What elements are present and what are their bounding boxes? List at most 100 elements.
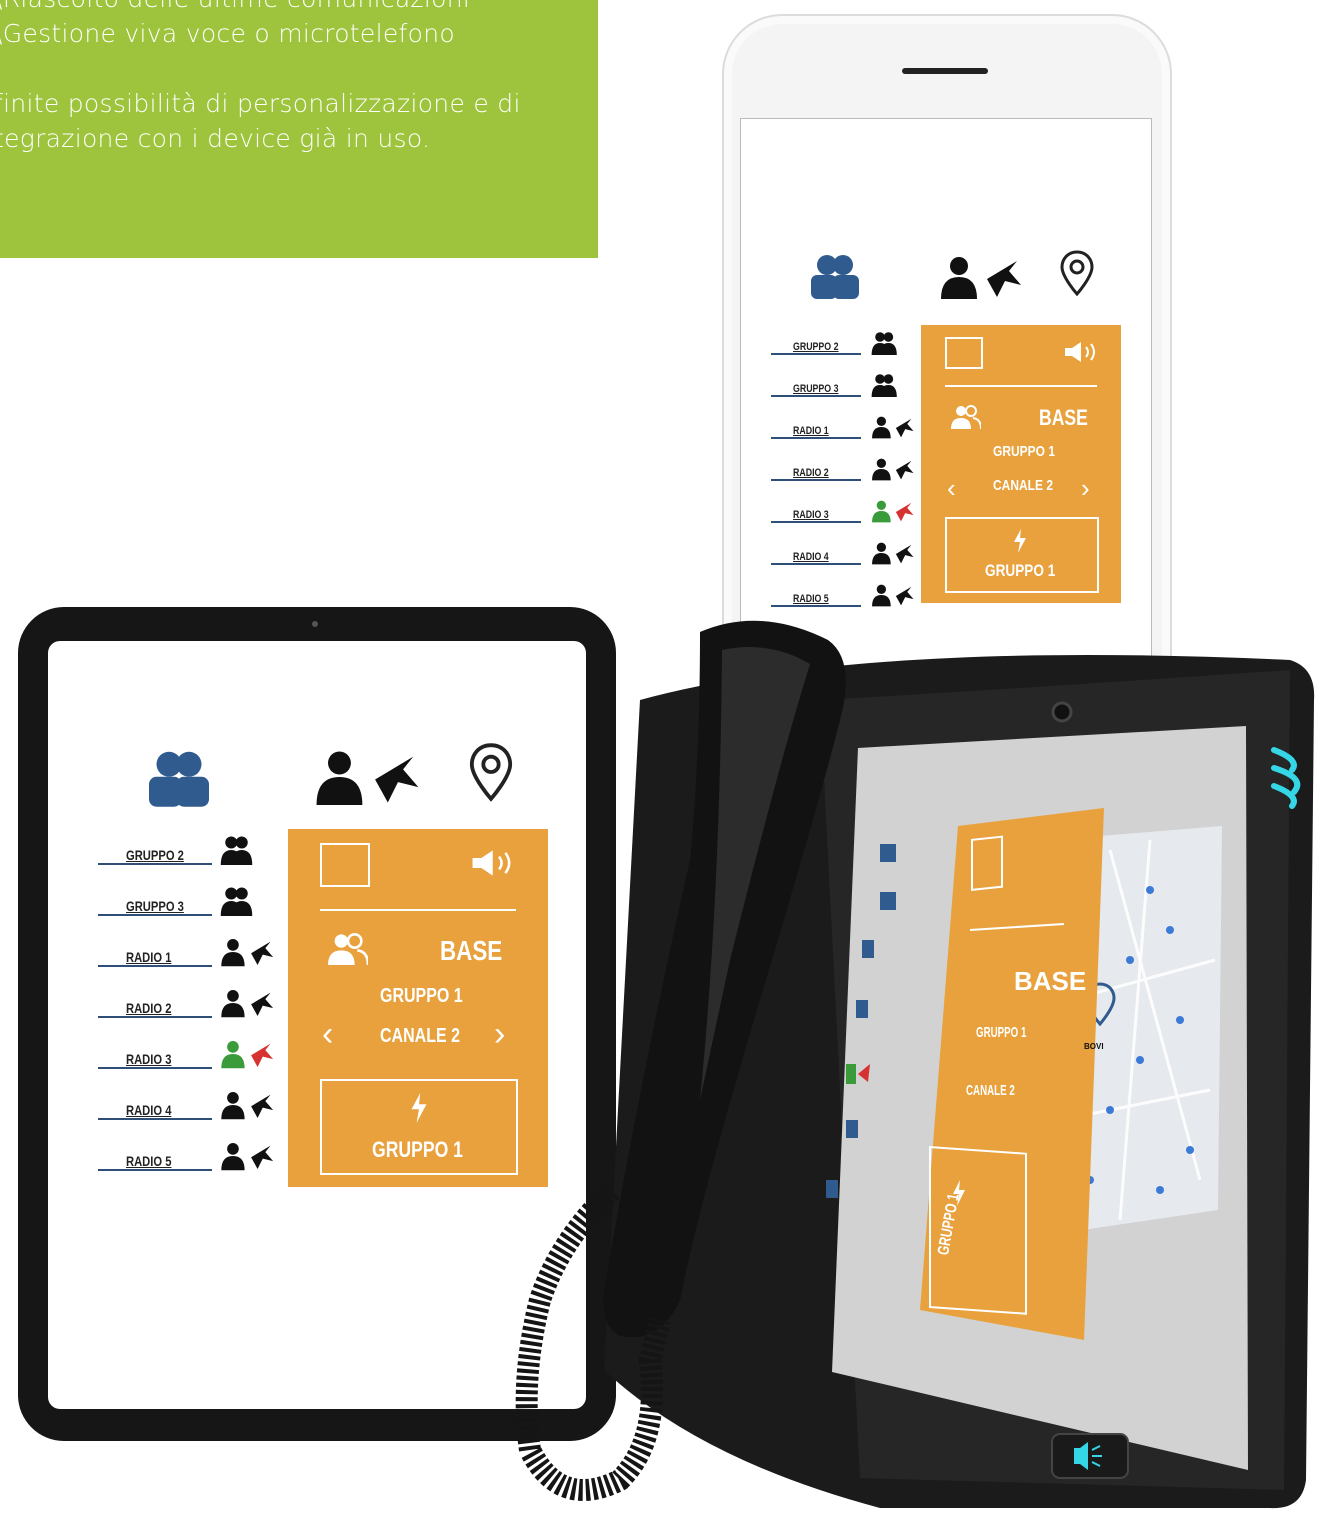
group-icon[interactable] <box>144 749 214 807</box>
radio-user-icon <box>221 990 274 1018</box>
control-panel: BASE GRUPPO 1 ‹ CANALE 2 › GRUPPO 1 <box>288 829 548 1187</box>
list-item[interactable]: RADIO 3 <box>98 1039 288 1073</box>
ptt-label: GRUPPO 1 <box>372 1137 463 1162</box>
radio-user-icon <box>872 500 914 523</box>
radio-user-icon <box>221 1143 274 1171</box>
info-line: finite possibilità di personalizzazione … <box>0 89 521 118</box>
list-item[interactable]: RADIO 3 <box>771 499 921 527</box>
prev-channel-icon[interactable]: ‹ <box>322 1015 333 1054</box>
list-item[interactable]: RADIO 2 <box>98 988 288 1022</box>
prev-channel-icon[interactable]: ‹ <box>947 473 956 504</box>
radio-user-icon <box>872 416 914 439</box>
base-label: BASE <box>1039 405 1088 430</box>
next-channel-icon[interactable]: › <box>494 1015 505 1054</box>
map-pin-icon <box>1084 982 1116 1027</box>
row-underline <box>771 353 861 355</box>
row-underline <box>98 1067 212 1069</box>
row-underline <box>98 1118 212 1120</box>
row-underline <box>771 521 861 523</box>
list-item[interactable]: GRUPPO 3 <box>771 373 921 401</box>
phone-screen: GRUPPO 2 GRUPPO 3 RADIO 1 RADIO 2 RADIO 3 RAD… <box>740 118 1152 730</box>
speaker-icon[interactable] <box>1063 341 1101 363</box>
row-underline <box>771 605 861 607</box>
next-channel-icon[interactable]: › <box>1081 473 1090 504</box>
status-light-icon <box>1271 747 1301 809</box>
lightning-icon <box>411 1093 427 1123</box>
location-pin-icon[interactable] <box>468 741 514 803</box>
radio-user-icon <box>872 458 914 481</box>
control-panel <box>920 808 1104 1340</box>
row-underline <box>771 563 861 565</box>
row-label: RADIO 4 <box>126 1102 172 1118</box>
info-line: \Gestione viva voce o microtelefono <box>0 19 455 48</box>
radio-user-icon[interactable] <box>314 749 426 805</box>
list-item[interactable]: RADIO 1 <box>98 937 288 971</box>
row-label: GRUPPO 3 <box>793 383 839 395</box>
location-pin-icon[interactable] <box>1059 249 1095 297</box>
group-icon <box>871 332 897 355</box>
row-label: RADIO 5 <box>126 1153 172 1169</box>
row-label: GRUPPO 2 <box>793 341 839 353</box>
list-item[interactable]: GRUPPO 2 <box>98 835 288 869</box>
row-label: RADIO 3 <box>126 1051 172 1067</box>
radio-user-icon <box>221 939 274 967</box>
radio-user-icon[interactable] <box>939 255 1027 299</box>
list-item[interactable]: RADIO 4 <box>771 541 921 569</box>
radio-user-icon <box>221 1041 274 1069</box>
row-underline <box>98 1169 212 1171</box>
desk-base-label: BASE <box>1014 966 1087 996</box>
list-item[interactable]: GRUPPO 3 <box>98 886 288 920</box>
group-label: GRUPPO 1 <box>380 985 463 1007</box>
row-label: RADIO 3 <box>793 509 829 521</box>
ptt-label: GRUPPO 1 <box>985 561 1056 580</box>
panel-divider <box>320 909 516 911</box>
list-item[interactable]: RADIO 2 <box>771 457 921 485</box>
desk-ptt-label: GRUPPO 1 <box>935 1192 963 1257</box>
list-item[interactable]: RADIO 5 <box>771 583 921 611</box>
group-label: GRUPPO 1 <box>993 443 1056 460</box>
map-area <box>1042 826 1222 1236</box>
radio-user-icon <box>872 542 914 565</box>
ptt-button[interactable]: GRUPPO 1 <box>320 1079 518 1175</box>
speakerphone-button <box>1051 1433 1129 1479</box>
group-icon[interactable] <box>807 253 863 299</box>
group-icon <box>220 836 253 865</box>
group-outline-icon <box>951 405 981 429</box>
group-icon <box>871 374 897 397</box>
list-item[interactable]: RADIO 4 <box>98 1090 288 1124</box>
row-label: RADIO 1 <box>126 949 172 965</box>
radio-user-icon <box>221 1092 274 1120</box>
row-label: RADIO 1 <box>793 425 829 437</box>
phone-body <box>604 655 1315 1509</box>
row-label: RADIO 5 <box>793 593 829 605</box>
row-underline <box>98 965 212 967</box>
channel-label: CANALE 2 <box>380 1025 461 1047</box>
desk-group-label: GRUPPO 1 <box>976 1024 1027 1041</box>
speaker-icon[interactable] <box>470 849 518 877</box>
info-line: \Riascolto delle ultime comunicazioni <box>0 0 470 13</box>
row-underline <box>98 863 212 865</box>
tablet: GRUPPO 2 GRUPPO 3 RADIO 1 RADIO 2 RADIO 3 RAD… <box>18 607 616 1441</box>
desk-screen <box>832 726 1248 1470</box>
list-item[interactable]: GRUPPO 2 <box>771 331 921 359</box>
row-underline <box>98 1016 212 1018</box>
row-underline <box>98 914 212 916</box>
lightning-icon <box>1014 529 1026 553</box>
panel-divider <box>945 385 1097 387</box>
group-outline-icon <box>328 933 368 965</box>
desk-channel-label: CANALE 2 <box>966 1082 1015 1099</box>
tablet-camera <box>312 621 318 627</box>
display-box <box>320 843 370 887</box>
row-label: GRUPPO 3 <box>126 898 184 914</box>
list-item[interactable]: RADIO 1 <box>771 415 921 443</box>
ptt-button[interactable]: GRUPPO 1 <box>945 517 1099 593</box>
control-panel: BASE GRUPPO 1 ‹ CANALE 2 › GRUPPO 1 <box>921 325 1121 603</box>
display-box <box>945 337 983 369</box>
row-label: RADIO 4 <box>793 551 829 563</box>
row-underline <box>771 395 861 397</box>
list-item[interactable]: RADIO 5 <box>98 1141 288 1175</box>
phone-speaker <box>902 68 988 74</box>
row-underline <box>771 437 861 439</box>
group-icon <box>220 887 253 916</box>
row-label: RADIO 2 <box>126 1000 172 1016</box>
